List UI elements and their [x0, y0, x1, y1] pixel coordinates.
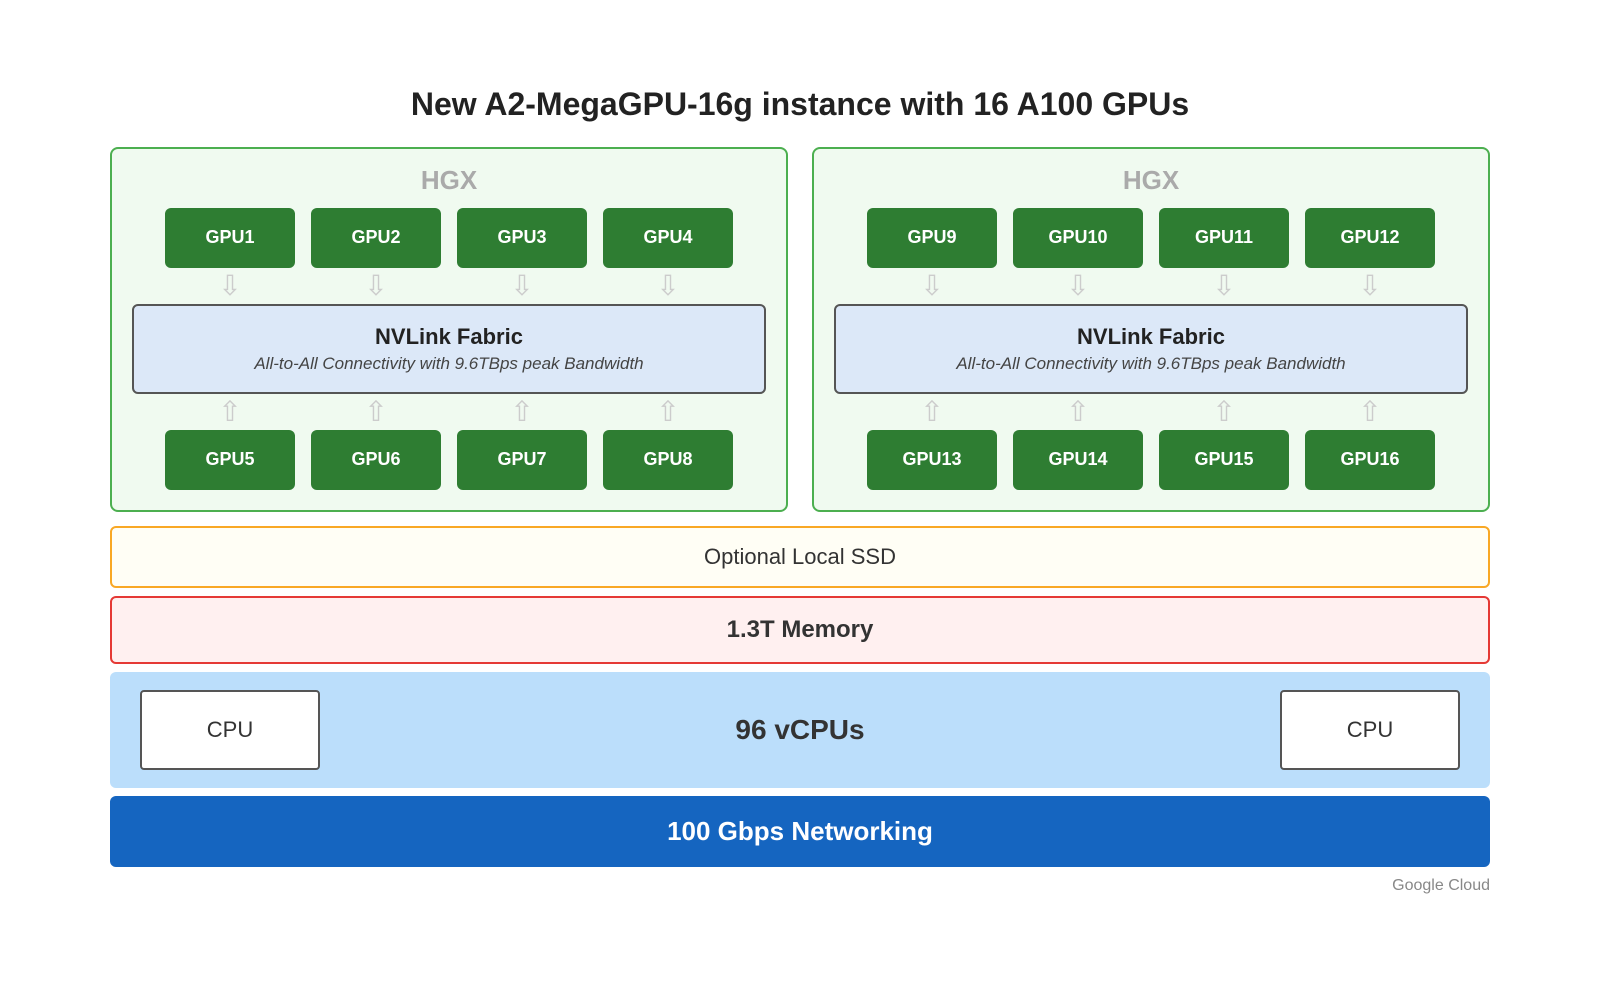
gpu8: GPU8 [603, 430, 733, 490]
arrow-down-5: ⇩ [867, 269, 997, 302]
nvlink-left-subtitle: All-to-All Connectivity with 9.6TBps pea… [144, 354, 754, 374]
hgx-right-box: HGX GPU9 GPU10 GPU11 GPU12 ⇩ ⇩ ⇩ ⇩ NVLin… [812, 147, 1490, 512]
gpu9: GPU9 [867, 208, 997, 268]
hgx-left-box: HGX GPU1 GPU2 GPU3 GPU4 ⇩ ⇩ ⇩ ⇩ NVLink F… [110, 147, 788, 512]
gpu-bottom-row-left: GPU5 GPU6 GPU7 GPU8 [132, 430, 766, 490]
arrow-up-2: ⇧ [311, 395, 441, 428]
networking-box: 100 Gbps Networking [110, 796, 1490, 867]
arrows-up-right: ⇧ ⇧ ⇧ ⇧ [834, 394, 1468, 430]
gpu11: GPU11 [1159, 208, 1289, 268]
gpu15: GPU15 [1159, 430, 1289, 490]
cpu-left-chip: CPU [140, 690, 320, 770]
gpu6: GPU6 [311, 430, 441, 490]
arrow-down-7: ⇩ [1159, 269, 1289, 302]
arrow-up-3: ⇧ [457, 395, 587, 428]
diagram-container: New A2-MegaGPU-16g instance with 16 A100… [70, 66, 1530, 935]
nvlink-right-title: NVLink Fabric [846, 324, 1456, 350]
gpu12: GPU12 [1305, 208, 1435, 268]
google-cloud-branding: Google Cloud [110, 877, 1490, 895]
cpu-right-chip: CPU [1280, 690, 1460, 770]
arrow-down-3: ⇩ [457, 269, 587, 302]
arrow-down-1: ⇩ [165, 269, 295, 302]
arrow-down-6: ⇩ [1013, 269, 1143, 302]
gpu3: GPU3 [457, 208, 587, 268]
arrow-up-7: ⇧ [1159, 395, 1289, 428]
nvlink-left-title: NVLink Fabric [144, 324, 754, 350]
gpu2: GPU2 [311, 208, 441, 268]
vcpu-label: 96 vCPUs [320, 714, 1280, 746]
arrow-up-5: ⇧ [867, 395, 997, 428]
arrow-down-4: ⇩ [603, 269, 733, 302]
networking-row: 100 Gbps Networking [110, 796, 1490, 867]
arrow-down-2: ⇩ [311, 269, 441, 302]
arrows-down-right: ⇩ ⇩ ⇩ ⇩ [834, 268, 1468, 304]
nvlink-right-subtitle: All-to-All Connectivity with 9.6TBps pea… [846, 354, 1456, 374]
hgx-right-label: HGX [834, 165, 1468, 196]
gpu-top-row-right: GPU9 GPU10 GPU11 GPU12 [834, 208, 1468, 268]
gpu5: GPU5 [165, 430, 295, 490]
nvlink-right-box: NVLink Fabric All-to-All Connectivity wi… [834, 304, 1468, 394]
ssd-row: Optional Local SSD [110, 526, 1490, 588]
gpu-bottom-row-right: GPU13 GPU14 GPU15 GPU16 [834, 430, 1468, 490]
cpu-box: CPU 96 vCPUs CPU [110, 672, 1490, 788]
memory-box: 1.3T Memory [110, 596, 1490, 664]
gpu14: GPU14 [1013, 430, 1143, 490]
arrow-up-1: ⇧ [165, 395, 295, 428]
arrows-down-left: ⇩ ⇩ ⇩ ⇩ [132, 268, 766, 304]
gpu16: GPU16 [1305, 430, 1435, 490]
gpu1: GPU1 [165, 208, 295, 268]
arrow-up-4: ⇧ [603, 395, 733, 428]
arrows-up-left: ⇧ ⇧ ⇧ ⇧ [132, 394, 766, 430]
gpu4: GPU4 [603, 208, 733, 268]
ssd-box: Optional Local SSD [110, 526, 1490, 588]
gpu-top-row-left: GPU1 GPU2 GPU3 GPU4 [132, 208, 766, 268]
main-title: New A2-MegaGPU-16g instance with 16 A100… [110, 86, 1490, 123]
gpu7: GPU7 [457, 430, 587, 490]
nvlink-left-box: NVLink Fabric All-to-All Connectivity wi… [132, 304, 766, 394]
arrow-up-8: ⇧ [1305, 395, 1435, 428]
memory-row: 1.3T Memory [110, 596, 1490, 664]
hgx-left-label: HGX [132, 165, 766, 196]
arrow-up-6: ⇧ [1013, 395, 1143, 428]
arrow-down-8: ⇩ [1305, 269, 1435, 302]
cpu-row: CPU 96 vCPUs CPU [110, 672, 1490, 788]
gpu13: GPU13 [867, 430, 997, 490]
gpu10: GPU10 [1013, 208, 1143, 268]
